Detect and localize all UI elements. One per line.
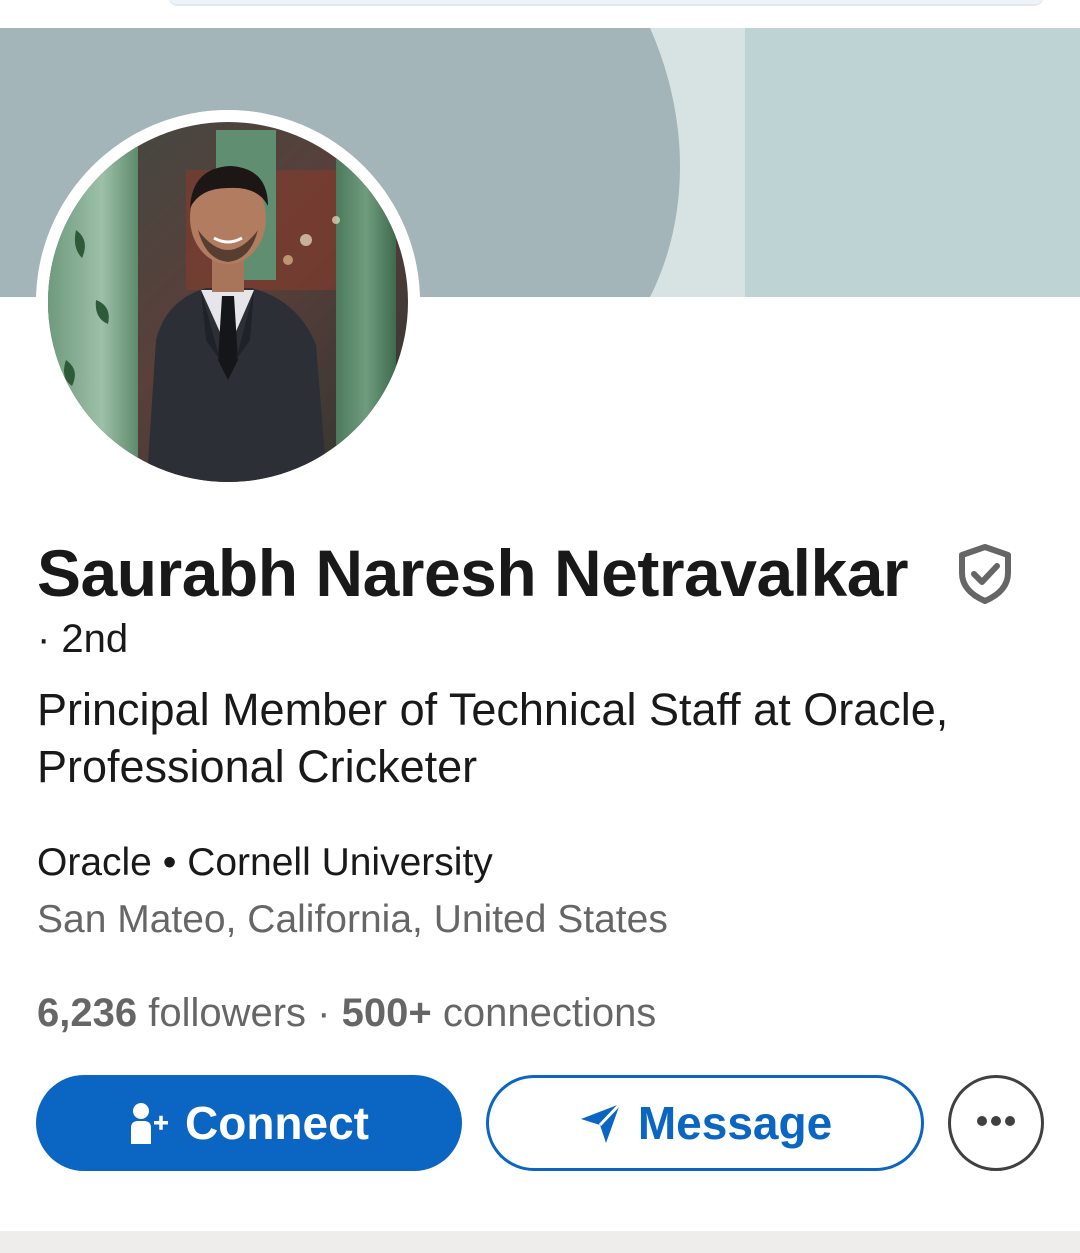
profile-photo[interactable] [36,110,420,494]
add-person-icon [129,1100,171,1146]
current-company-education[interactable]: Oracle • Cornell University [37,838,493,888]
stats-separator: · [306,991,342,1035]
followers-label: followers [137,991,307,1035]
connections-label: connections [431,991,657,1035]
verified-shield-icon[interactable] [956,543,1014,605]
top-app-bar [0,0,1080,28]
profile-name: Saurabh Naresh Netravalkar [37,536,909,610]
connection-degree: · 2nd [37,617,129,661]
followers-count: 6,236 [37,991,138,1035]
connect-button[interactable]: Connect [36,1075,462,1171]
connect-label: Connect [185,1097,369,1149]
send-plane-icon [578,1100,624,1146]
more-options-button[interactable] [948,1075,1044,1171]
more-dots-icon [974,1114,1018,1132]
section-divider [0,1231,1080,1253]
message-label: Message [637,1097,833,1149]
connections-count: 500+ [341,991,432,1035]
network-stats[interactable]: 6,236 followers · 500+ connections [37,987,656,1039]
search-bar[interactable] [168,0,1044,6]
profile-location: San Mateo, California, United States [37,898,668,941]
profile-headline: Principal Member of Technical Staff at O… [37,684,949,792]
message-button[interactable]: Message [486,1075,924,1171]
